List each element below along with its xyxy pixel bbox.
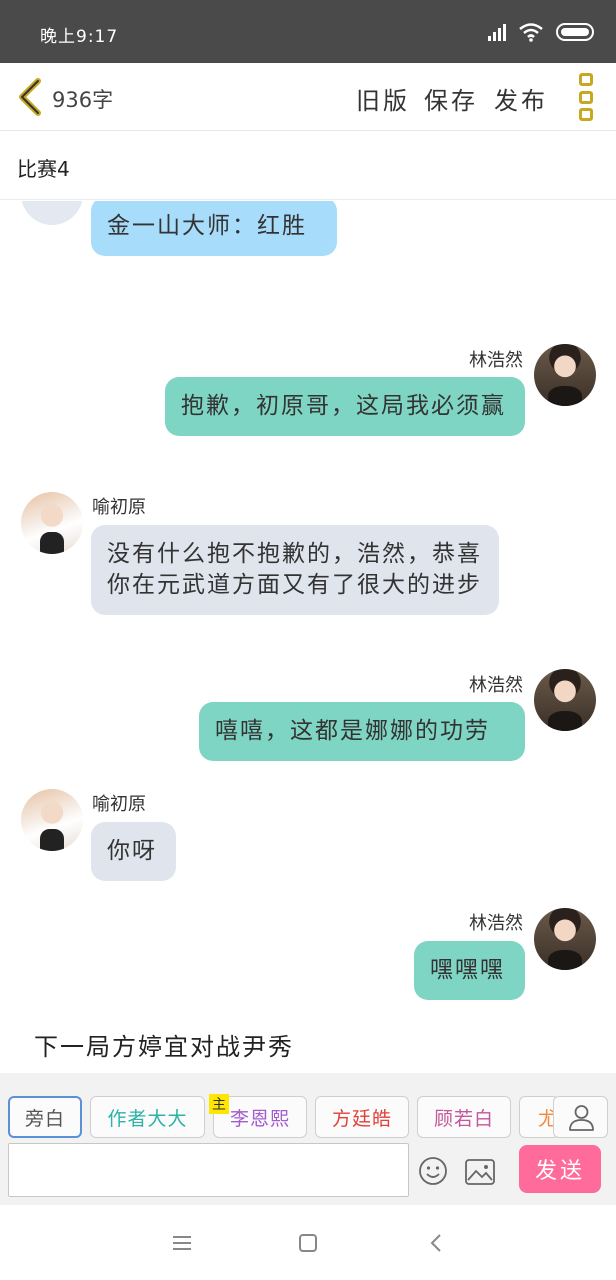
battery-icon bbox=[556, 23, 594, 41]
status-icons bbox=[488, 22, 594, 42]
speaker-name: 喻初原 bbox=[92, 794, 146, 815]
role-tab-label: 李恩熙 bbox=[229, 1107, 290, 1130]
narration-text[interactable]: 下一局方婷宜对战尹秀 bbox=[34, 1027, 294, 1062]
avatar[interactable] bbox=[21, 201, 83, 225]
avatar[interactable] bbox=[21, 492, 83, 554]
word-count: 936字 bbox=[52, 88, 114, 112]
signal-icon bbox=[488, 23, 506, 41]
menu-icon[interactable] bbox=[170, 1231, 194, 1255]
avatar[interactable] bbox=[534, 908, 596, 970]
message-bubble[interactable]: 没有什么抱不抱歉的，浩然，恭喜你在元武道方面又有了很大的进步 bbox=[91, 525, 499, 615]
status-bar: 晚上9:17 bbox=[0, 0, 616, 63]
speaker-name: 林浩然 bbox=[469, 350, 523, 371]
system-nav-bar bbox=[0, 1205, 616, 1280]
role-tab-label: 方廷皓 bbox=[331, 1107, 392, 1130]
save-button[interactable]: 保存 bbox=[424, 81, 478, 116]
send-button[interactable]: 发送 bbox=[519, 1145, 601, 1193]
message-bubble[interactable]: 你呀 bbox=[91, 822, 176, 881]
avatar[interactable] bbox=[534, 344, 596, 406]
chapter-title[interactable]: 比赛4 bbox=[17, 153, 70, 182]
role-tab-gu-ruobai[interactable]: 顾若白 bbox=[417, 1096, 511, 1138]
avatar[interactable] bbox=[21, 789, 83, 851]
role-tab-fang-tinghao[interactable]: 方廷皓 bbox=[315, 1096, 409, 1138]
app-header: 936字 旧版 保存 发布 bbox=[0, 63, 616, 131]
message-bubble[interactable]: 嘿嘿嘿 bbox=[414, 941, 525, 1000]
input-panel: 旁白 作者大大 李恩熙 主 方廷皓 顾若白 尤 发送 bbox=[0, 1073, 616, 1205]
wifi-icon bbox=[519, 23, 543, 42]
person-icon bbox=[569, 1105, 594, 1131]
emoji-icon[interactable] bbox=[418, 1156, 448, 1186]
avatar[interactable] bbox=[534, 669, 596, 731]
role-tab-label: 作者大大 bbox=[107, 1107, 188, 1130]
message-bubble[interactable]: 嘻嘻，这都是娜娜的功劳 bbox=[199, 702, 525, 761]
title-bar: 比赛4 bbox=[0, 132, 616, 200]
speaker-name: 林浩然 bbox=[469, 913, 523, 934]
message-input[interactable] bbox=[8, 1143, 409, 1197]
role-tab-narrator[interactable]: 旁白 bbox=[8, 1096, 82, 1138]
more-menu-icon[interactable] bbox=[576, 73, 596, 121]
publish-button[interactable]: 发布 bbox=[494, 81, 548, 116]
chat-area[interactable]: 金一山大师：红胜 林浩然 抱歉，初原哥，这局我必须赢 喻初原 没有什么抱不抱歉的… bbox=[0, 201, 616, 1073]
back-icon[interactable] bbox=[425, 1231, 449, 1255]
image-icon[interactable] bbox=[464, 1158, 496, 1186]
status-time: 晚上9:17 bbox=[40, 27, 119, 47]
role-tab-label: 顾若白 bbox=[433, 1107, 494, 1130]
role-tab-author[interactable]: 作者大大 bbox=[90, 1096, 205, 1138]
home-icon[interactable] bbox=[296, 1231, 320, 1255]
main-character-badge: 主 bbox=[209, 1094, 229, 1114]
speaker-name: 林浩然 bbox=[469, 675, 523, 696]
back-arrow-icon[interactable] bbox=[14, 77, 46, 117]
speaker-name: 喻初原 bbox=[92, 497, 146, 518]
message-bubble[interactable]: 抱歉，初原哥，这局我必须赢 bbox=[165, 377, 525, 436]
character-manage-button[interactable] bbox=[553, 1096, 608, 1138]
message-bubble[interactable]: 金一山大师：红胜 bbox=[91, 201, 337, 256]
old-version-button[interactable]: 旧版 bbox=[356, 81, 410, 116]
role-tab-label: 旁白 bbox=[24, 1107, 65, 1130]
